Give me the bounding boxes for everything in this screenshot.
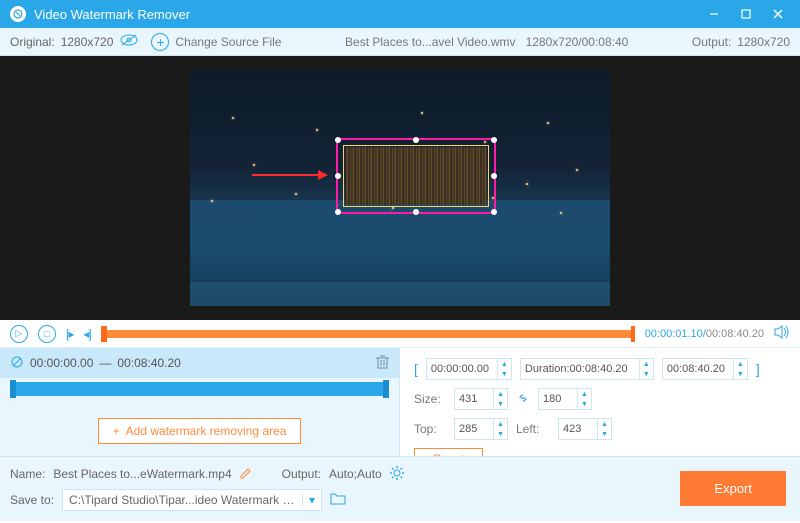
spin-down-icon[interactable]: ▼ <box>494 399 507 409</box>
spin-down-icon[interactable]: ▼ <box>578 399 591 409</box>
chevron-down-icon[interactable]: ▾ <box>302 493 315 507</box>
timecode-display: 00:00:01.10/00:08:40.20 <box>645 328 764 340</box>
segment-end: 00:08:40.20 <box>117 356 180 370</box>
playback-controls: ▷ □ [▸ ◂] 00:00:01.10/00:08:40.20 <box>0 320 800 348</box>
app-title: Video Watermark Remover <box>34 7 698 22</box>
export-button[interactable]: Export <box>680 471 786 506</box>
spin-down-icon[interactable]: ▼ <box>494 429 507 439</box>
edit-name-icon[interactable] <box>240 467 252 482</box>
volume-icon[interactable] <box>774 325 790 342</box>
close-button[interactable] <box>762 0 794 28</box>
segments-panel: 00:00:00.00 — 00:08:40.20 + Add watermar… <box>0 348 400 456</box>
output-settings-icon[interactable] <box>390 466 404 483</box>
timeline-slider[interactable] <box>101 330 635 338</box>
resize-handle[interactable] <box>335 173 341 179</box>
segment-start: 00:00:00.00 <box>30 356 93 370</box>
aspect-lock-icon[interactable] <box>516 391 530 408</box>
preview-toggle-icon[interactable] <box>119 33 139 50</box>
spin-down-icon[interactable]: ▼ <box>640 369 653 379</box>
resize-handle[interactable] <box>491 209 497 215</box>
resize-handle[interactable] <box>335 137 341 143</box>
range-end-bracket-icon: ] <box>756 361 760 377</box>
play-button[interactable]: ▷ <box>10 325 28 343</box>
spin-up-icon[interactable]: ▲ <box>494 389 507 399</box>
maximize-button[interactable] <box>730 0 762 28</box>
save-path-dropdown[interactable]: C:\Tipard Studio\Tipar...ideo Watermark … <box>62 489 322 511</box>
top-input[interactable]: ▲▼ <box>454 418 508 440</box>
selection-inner-border <box>343 145 489 207</box>
file-info: Best Places to...avel Video.wmv 1280x720… <box>293 35 679 49</box>
name-label: Name: <box>10 467 45 481</box>
watermark-selection-box[interactable] <box>336 138 496 214</box>
plus-icon: + <box>113 424 120 438</box>
original-label: Original: <box>10 35 55 49</box>
left-label: Left: <box>516 422 550 436</box>
toolbar: Original: 1280x720 + Change Source File … <box>0 28 800 56</box>
spin-up-icon[interactable]: ▲ <box>640 359 653 369</box>
video-frame <box>190 70 610 306</box>
original-resolution: 1280x720 <box>61 35 114 49</box>
width-input[interactable]: ▲▼ <box>454 388 508 410</box>
start-time-input[interactable]: ▲▼ <box>426 358 512 380</box>
bottom-bar: Name: Best Places to...eWatermark.mp4 Ou… <box>0 456 800 521</box>
range-start-bracket-icon: [ <box>414 361 418 377</box>
timeline-end-marker[interactable] <box>631 326 635 342</box>
segment-icon <box>10 355 24 372</box>
resize-handle[interactable] <box>413 209 419 215</box>
segment-range-bar[interactable] <box>10 382 389 396</box>
properties-panel: [ ▲▼ ▲▼ ▲▼ ] Size: ▲▼ ▲▼ Top: ▲▼ Left: ▲… <box>400 348 800 456</box>
spin-down-icon[interactable]: ▼ <box>598 429 611 439</box>
save-to-label: Save to: <box>10 493 54 507</box>
top-label: Top: <box>414 422 446 436</box>
output-format-label: Output: <box>282 467 321 481</box>
height-input[interactable]: ▲▼ <box>538 388 592 410</box>
add-watermark-area-button[interactable]: + Add watermark removing area <box>98 418 302 444</box>
spin-up-icon[interactable]: ▲ <box>498 359 511 369</box>
resize-handle[interactable] <box>413 137 419 143</box>
annotation-arrow-icon <box>252 166 328 187</box>
titlebar: Video Watermark Remover <box>0 0 800 28</box>
size-label: Size: <box>414 392 446 406</box>
set-end-button[interactable]: ◂] <box>83 327 90 341</box>
spin-up-icon[interactable]: ▲ <box>494 419 507 429</box>
set-start-button[interactable]: [▸ <box>66 327 73 341</box>
segment-row[interactable]: 00:00:00.00 — 00:08:40.20 <box>0 348 399 378</box>
spin-down-icon[interactable]: ▼ <box>734 369 747 379</box>
output-name: Best Places to...eWatermark.mp4 <box>53 467 231 481</box>
spin-up-icon[interactable]: ▲ <box>734 359 747 369</box>
timeline-playhead[interactable] <box>101 326 107 342</box>
plus-icon: + <box>151 33 169 51</box>
spin-up-icon[interactable]: ▲ <box>578 389 591 399</box>
timeline-range <box>101 330 635 338</box>
end-time-input[interactable]: ▲▼ <box>662 358 748 380</box>
resize-handle[interactable] <box>491 137 497 143</box>
resize-handle[interactable] <box>491 173 497 179</box>
resize-handle[interactable] <box>335 209 341 215</box>
change-source-button[interactable]: + Change Source File <box>151 33 281 51</box>
video-preview[interactable] <box>0 56 800 320</box>
output-resolution: 1280x720 <box>737 35 790 49</box>
output-format-value: Auto;Auto <box>329 467 382 481</box>
spin-up-icon[interactable]: ▲ <box>598 419 611 429</box>
app-logo-icon <box>10 6 26 22</box>
minimize-button[interactable] <box>698 0 730 28</box>
left-input[interactable]: ▲▼ <box>558 418 612 440</box>
stop-button[interactable]: □ <box>38 325 56 343</box>
duration-input[interactable]: ▲▼ <box>520 358 654 380</box>
output-label: Output: <box>692 35 731 49</box>
open-folder-icon[interactable] <box>330 492 346 508</box>
spin-down-icon[interactable]: ▼ <box>498 369 511 379</box>
delete-segment-icon[interactable] <box>376 355 389 372</box>
